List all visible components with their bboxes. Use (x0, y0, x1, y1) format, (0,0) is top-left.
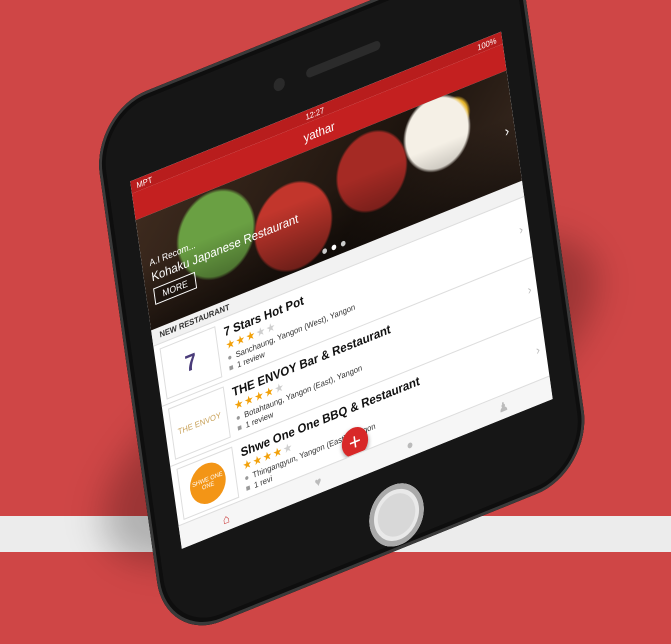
comment-icon: ■ (245, 482, 251, 494)
chevron-right-icon: › (518, 221, 524, 238)
comment-icon: ■ (236, 421, 243, 433)
logo-text: SHWE ONE ONE (187, 456, 229, 510)
chat-icon[interactable]: ● (406, 436, 415, 453)
comment-icon: ■ (228, 361, 235, 373)
heart-icon[interactable]: ♥ (314, 473, 323, 490)
phone-device: MPT 12:27 100% yathar A.I Recom... Kohak… (91, 0, 593, 644)
location-pin-icon: ● (235, 411, 242, 423)
chevron-right-icon: › (535, 342, 541, 358)
chevron-right-icon: › (526, 281, 533, 298)
person-icon[interactable]: ♟ (497, 398, 509, 416)
home-icon[interactable]: ⌂ (222, 511, 231, 528)
logo-text: 7 (183, 347, 199, 378)
logo-text: THE ENVOY (177, 409, 222, 437)
location-pin-icon: ● (226, 351, 233, 363)
location-pin-icon: ● (243, 471, 250, 483)
